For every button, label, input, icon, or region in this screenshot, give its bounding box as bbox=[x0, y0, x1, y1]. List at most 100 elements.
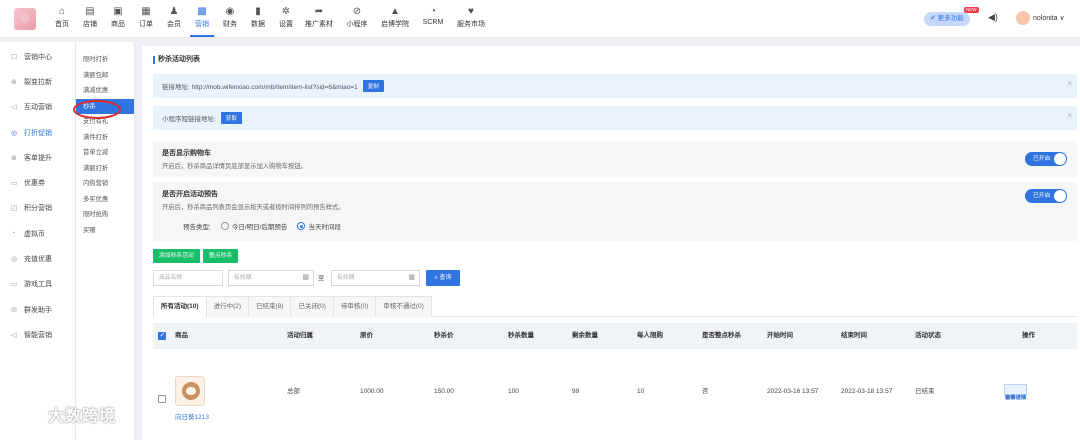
subnav-item[interactable]: 买赠 bbox=[76, 223, 134, 239]
search-label: 查询 bbox=[439, 275, 452, 281]
hourly-seckill-button[interactable]: 整点秒杀 bbox=[203, 249, 239, 263]
username: nolonita ∨ bbox=[1033, 15, 1065, 22]
sidebar-item-icon: ◔ bbox=[11, 230, 16, 238]
product-thumbnail[interactable] bbox=[175, 376, 205, 406]
preview-option-desc: 开启后，秒杀商品列表页会显示按天或者按时间排列的预告样式。 bbox=[162, 204, 345, 211]
radio-daily[interactable] bbox=[220, 222, 229, 230]
sidebar-item[interactable]: ◁ 智能营销 bbox=[0, 322, 75, 347]
copy-link-button[interactable]: 复制 bbox=[362, 80, 384, 92]
sidebar-item-icon: ◎ bbox=[11, 129, 18, 137]
col-owner: 活动归属 bbox=[287, 332, 313, 339]
product-name-input[interactable]: 商品名称 bbox=[153, 270, 223, 286]
highlight-circle bbox=[73, 100, 121, 119]
nav-item-settings[interactable]: ✲ 设置 bbox=[274, 4, 298, 37]
nav-item-academy[interactable]: ▲ 启博学院 bbox=[378, 4, 412, 37]
nav-item-goods[interactable]: ▣ 商品 bbox=[106, 4, 130, 37]
share-icon: ➦ bbox=[314, 6, 324, 17]
nav-item-finance[interactable]: ◉ 财务 bbox=[218, 4, 242, 37]
calendar-icon[interactable]: ▦ bbox=[408, 271, 415, 285]
tab-item[interactable]: 待审核(0) bbox=[332, 296, 377, 317]
shop-logo[interactable] bbox=[14, 8, 36, 30]
subnav-item[interactable]: 限时抢购 bbox=[76, 207, 134, 223]
service-market-icon: ♥ bbox=[468, 6, 474, 17]
row-checkbox[interactable] bbox=[158, 395, 166, 403]
sidebar-item[interactable]: ☐ 营销中心 bbox=[0, 44, 75, 69]
sidebar-item-label: 充值优惠 bbox=[24, 256, 52, 264]
nav-item-miniprogram[interactable]: ⊘ 小程序 bbox=[340, 4, 374, 37]
sidebar-item[interactable]: ✉ 群发助手 bbox=[0, 297, 75, 322]
subnav-item[interactable]: 满减优惠 bbox=[76, 83, 134, 99]
add-seckill-button[interactable]: 添加秒杀活动 bbox=[153, 249, 200, 263]
user-menu[interactable]: nolonita ∨ bbox=[1016, 11, 1065, 25]
start-date-input[interactable]: 有效期 ▦ bbox=[228, 270, 314, 286]
nav-item-service-market[interactable]: ♥ 服务市场 bbox=[454, 4, 488, 37]
sidebar-item[interactable]: ▭ 优惠券 bbox=[0, 170, 75, 195]
cart-option-title: 是否显示购物车 bbox=[162, 150, 211, 157]
sidebar-item[interactable]: ◎ 充值优惠 bbox=[0, 246, 75, 271]
radio-daily-label[interactable]: 今日/明日/后期预告 bbox=[232, 221, 288, 231]
nav-item-home[interactable]: ⌂ 首页 bbox=[50, 4, 74, 37]
nav-label: 营销 bbox=[195, 21, 209, 28]
select-all-checkbox[interactable] bbox=[158, 331, 166, 340]
placeholder: 有效期 bbox=[337, 275, 355, 281]
nav-item-data[interactable]: ▮ 数据 bbox=[246, 4, 270, 37]
search-button[interactable]: ⌕ 查询 bbox=[426, 270, 460, 286]
sidebar-item[interactable]: ◔ 虚拟币 bbox=[0, 221, 75, 246]
data-icon: ▮ bbox=[255, 6, 261, 17]
home-icon: ⌂ bbox=[58, 6, 66, 17]
preview-type-label: 预告类型: bbox=[183, 224, 211, 231]
sidebar-item[interactable]: ▭ 游戏工具 bbox=[0, 272, 75, 297]
cell-seckill-qty: 100 bbox=[508, 388, 519, 395]
sidebar-item[interactable]: ◁ 互动营销 bbox=[0, 95, 75, 120]
subnav-item[interactable]: 满额包邮 bbox=[76, 68, 134, 84]
tab-item[interactable]: 审核不通过(0) bbox=[375, 296, 432, 317]
avatar bbox=[1016, 11, 1030, 25]
mini-link-notice: 小程序短链接地址: 获取 × bbox=[153, 106, 1077, 130]
watermark-text: 大数跨境 bbox=[48, 408, 117, 425]
nav-item-member[interactable]: ♟ 会员 bbox=[162, 4, 186, 37]
scrm-icon: ◔ bbox=[429, 6, 437, 17]
subnav-item[interactable]: 满件打折 bbox=[76, 130, 134, 146]
col-product: 商品 bbox=[175, 332, 188, 339]
subnav-item[interactable]: 满额打折 bbox=[76, 161, 134, 177]
more-features-button[interactable]: ✐ 更多功能 bbox=[924, 12, 970, 26]
placeholder: 商品名称 bbox=[159, 275, 183, 281]
member-icon: ♟ bbox=[169, 6, 179, 17]
row-action-button[interactable]: 查看详情 bbox=[1004, 384, 1028, 401]
tab-item[interactable]: 所有活动(10) bbox=[153, 296, 207, 318]
product-name-link[interactable]: 向日葵1213 bbox=[175, 411, 209, 421]
nav-item-store[interactable]: ▤ 店铺 bbox=[78, 4, 102, 37]
status-tabs: 所有活动(10) 进行中(2) 已结束(8) 已关闭(0) 待审核(0) 审核不通过(0) bbox=[153, 296, 1077, 318]
radio-timeslot[interactable] bbox=[297, 222, 306, 230]
mini-link-text: 小程序短链接地址: bbox=[162, 116, 216, 123]
get-short-link-button[interactable]: 获取 bbox=[220, 112, 242, 124]
nav-item-share[interactable]: ➦ 推广素材 bbox=[302, 4, 336, 37]
subnav-item[interactable]: 限时打折 bbox=[76, 52, 134, 68]
sidebar-item-label: 群发助手 bbox=[24, 306, 52, 314]
tab-item[interactable]: 已关闭(0) bbox=[290, 296, 334, 317]
cart-toggle[interactable]: 已开启 bbox=[1025, 152, 1067, 166]
calendar-icon[interactable]: ▦ bbox=[302, 271, 309, 285]
sidebar-item-label: 虚拟币 bbox=[24, 230, 45, 238]
subnav-item[interactable]: 首单立减 bbox=[76, 145, 134, 161]
subnav-item[interactable]: 内购营销 bbox=[76, 176, 134, 192]
nav-item-order[interactable]: ▦ 订单 bbox=[134, 4, 158, 37]
tab-item[interactable]: 进行中(2) bbox=[205, 296, 250, 317]
watermark: 大数跨境 bbox=[8, 402, 116, 426]
tab-item[interactable]: 已结束(8) bbox=[248, 296, 292, 317]
close-icon[interactable]: × bbox=[1067, 79, 1072, 88]
nav-item-marketing[interactable]: ▩ 营销 bbox=[190, 4, 214, 37]
close-icon[interactable]: × bbox=[1067, 111, 1072, 120]
nav-item-scrm[interactable]: ◔ SCRM bbox=[416, 4, 450, 37]
subnav-item[interactable]: 多买优惠 bbox=[76, 192, 134, 208]
speaker-icon[interactable]: ◀) bbox=[988, 12, 998, 23]
sidebar-item[interactable]: ◰ 积分营销 bbox=[0, 196, 75, 221]
sidebar-item[interactable]: ⊗ 裂变拉新 bbox=[0, 69, 75, 94]
end-date-input[interactable]: 有效期 ▦ bbox=[331, 270, 420, 286]
sidebar-item[interactable]: ◎ 打折促销 bbox=[0, 120, 75, 145]
sidebar-item-label: 打折促销 bbox=[24, 129, 52, 137]
preview-toggle[interactable]: 已开启 bbox=[1025, 189, 1067, 203]
nav-label: 小程序 bbox=[346, 21, 368, 28]
sidebar-item[interactable]: ⊗ 客单提升 bbox=[0, 145, 75, 170]
radio-timeslot-label[interactable]: 当天时间段 bbox=[308, 221, 341, 231]
